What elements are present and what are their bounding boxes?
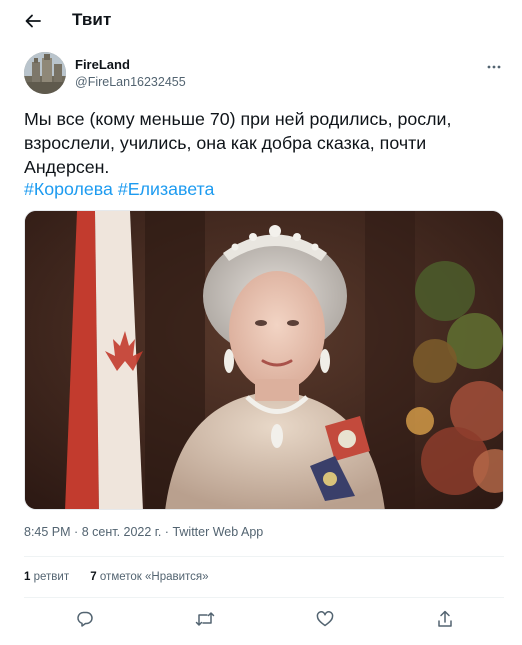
meta-separator: · bbox=[164, 525, 169, 539]
meta-separator: · bbox=[74, 525, 79, 539]
page-title: Твит bbox=[72, 10, 112, 29]
tweet-date[interactable]: 8 сент. 2022 г. bbox=[82, 525, 162, 539]
tweet-text-line: Андерсен. bbox=[24, 157, 110, 177]
hashtag-link[interactable]: #Королева bbox=[24, 179, 113, 199]
likes-label: отметок «Нравится» bbox=[99, 571, 209, 583]
retweets-stat[interactable]: 1 ретвит bbox=[24, 571, 69, 583]
reply-button[interactable] bbox=[73, 607, 97, 631]
tweet-stats: 1 ретвит 7 отметок «Нравится» bbox=[24, 571, 227, 583]
author-display-name[interactable]: FireLand bbox=[75, 57, 130, 72]
back-button[interactable] bbox=[20, 9, 46, 33]
likes-stat[interactable]: 7 отметок «Нравится» bbox=[90, 571, 208, 583]
tweet-text-line: Мы все (кому меньше 70) при ней родились… bbox=[24, 109, 452, 129]
page-header: Твит bbox=[0, 0, 522, 42]
like-button[interactable] bbox=[313, 607, 337, 631]
portrait-photo bbox=[25, 211, 503, 509]
arrow-left-icon bbox=[25, 14, 41, 28]
retweets-count: 1 bbox=[24, 571, 31, 583]
share-button[interactable] bbox=[433, 607, 457, 631]
likes-count: 7 bbox=[90, 571, 97, 583]
avatar-image bbox=[24, 52, 66, 94]
tweet-source[interactable]: Twitter Web App bbox=[172, 525, 263, 539]
share-icon bbox=[438, 610, 452, 627]
tweet-photo[interactable] bbox=[24, 210, 504, 510]
tweet-meta: 8:45 PM · 8 сент. 2022 г. · Twitter Web … bbox=[24, 525, 263, 539]
tweet-hashtags: #Королева #Елизавета bbox=[24, 178, 214, 200]
tweet-actions bbox=[24, 605, 504, 635]
tweet-time[interactable]: 8:45 PM bbox=[24, 525, 71, 539]
hashtag-link[interactable]: #Елизавета bbox=[118, 179, 214, 199]
like-icon bbox=[316, 611, 334, 627]
divider bbox=[24, 556, 504, 557]
more-button[interactable] bbox=[484, 56, 504, 72]
tweet-author-row: FireLand @FireLan16232455 bbox=[24, 52, 504, 96]
divider bbox=[24, 597, 504, 598]
reply-icon bbox=[77, 611, 93, 627]
retweets-label: ретвит bbox=[33, 571, 70, 583]
tweet-text-line: взрослели, учились, она как добра сказка… bbox=[24, 133, 427, 153]
more-horizontal-icon bbox=[487, 65, 501, 69]
avatar[interactable] bbox=[24, 52, 66, 94]
tweet-text: Мы все (кому меньше 70) при ней родились… bbox=[24, 107, 508, 179]
author-handle[interactable]: @FireLan16232455 bbox=[75, 75, 186, 89]
retweet-icon bbox=[195, 612, 215, 626]
retweet-button[interactable] bbox=[193, 607, 217, 631]
